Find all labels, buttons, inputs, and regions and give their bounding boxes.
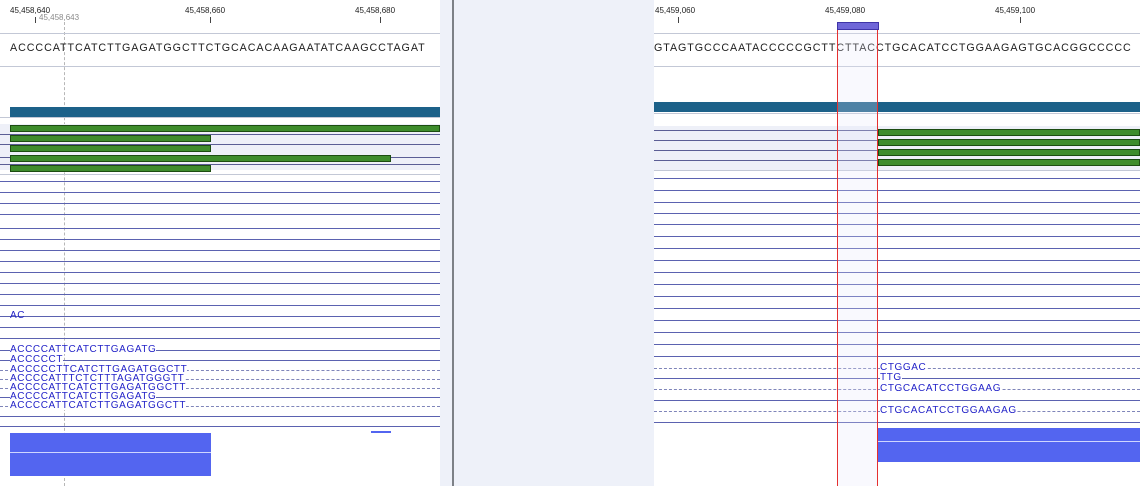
aligned-read[interactable] (10, 135, 211, 142)
read-line (654, 422, 1140, 423)
ruler-tick-mark (210, 17, 211, 23)
read-sequence[interactable]: TTG (880, 373, 902, 383)
read-line (654, 400, 1140, 401)
track-separator (0, 33, 440, 34)
track-separator (654, 113, 1140, 114)
track-separator (0, 117, 440, 118)
read-line (0, 360, 440, 361)
read-sequence[interactable]: CTGGAC (880, 363, 927, 373)
ruler-tick-label: 45,459,060 (655, 6, 696, 15)
selection-marker[interactable] (837, 22, 879, 30)
read-line (0, 416, 440, 417)
read-sequence[interactable]: ACCCCATTCATCTTGAGATG (10, 345, 157, 355)
track-separator (654, 170, 1140, 171)
aligned-read[interactable] (10, 155, 391, 162)
ruler-tick-label: 45,459,080 (825, 6, 866, 15)
aligned-read[interactable] (878, 139, 1140, 146)
cursor-position-label: 45,458,643 (39, 13, 80, 22)
selection-region[interactable] (837, 22, 878, 486)
reference-sequence: ACCCCATTCATCTTGAGATGGCTTCTGCACACAAGAATAT… (10, 42, 426, 54)
ruler-tick-label: 45,459,100 (995, 6, 1036, 15)
aligned-read[interactable] (878, 149, 1140, 156)
read-line (0, 327, 440, 328)
gene-annotation-bar[interactable] (10, 107, 440, 117)
pane-divider[interactable] (452, 0, 454, 486)
read-sequence[interactable]: CTGCACATCCTGGAAG (880, 384, 1002, 394)
aligned-read[interactable] (10, 125, 440, 132)
read-sequence[interactable]: ACCCCATTCATCTTGAGATGGCTT (10, 401, 187, 411)
ruler-tick-mark (1020, 17, 1021, 23)
track-separator (0, 66, 440, 67)
aligned-read[interactable] (878, 159, 1140, 166)
read-line (0, 338, 440, 339)
left-track-view[interactable]: 45,458,640 45,458,660 45,458,680 45,458,… (0, 0, 440, 486)
track-separator (0, 174, 440, 175)
track-separator (654, 33, 1140, 34)
track-separator (654, 66, 1140, 67)
ruler-tick-mark (678, 17, 679, 23)
read-sequence[interactable]: AC (10, 311, 25, 321)
aligned-read[interactable] (878, 129, 1140, 136)
read-line (0, 316, 440, 317)
ruler-tick-label: 45,458,660 (185, 6, 226, 15)
aligned-read[interactable] (10, 145, 211, 152)
ruler-tick-mark (35, 17, 36, 23)
reference-sequence: GTAGTGCCCAATACCCCCGCTTCTTACCTGCACATCCTGG… (654, 42, 1132, 54)
read-sequence[interactable]: ACCCCCT (10, 355, 64, 365)
right-track-view[interactable]: 45,459,060 45,459,080 45,459,100 GTAGTGC… (654, 0, 1140, 486)
ruler-tick-label: 45,458,680 (355, 6, 396, 15)
gene-annotation-bar[interactable] (654, 102, 1140, 112)
ruler-tick-mark (380, 17, 381, 23)
aligned-read[interactable] (10, 165, 211, 172)
read-sequence[interactable]: CTGCACATCCTGGAAGAG (880, 406, 1017, 416)
read-line (0, 426, 440, 427)
